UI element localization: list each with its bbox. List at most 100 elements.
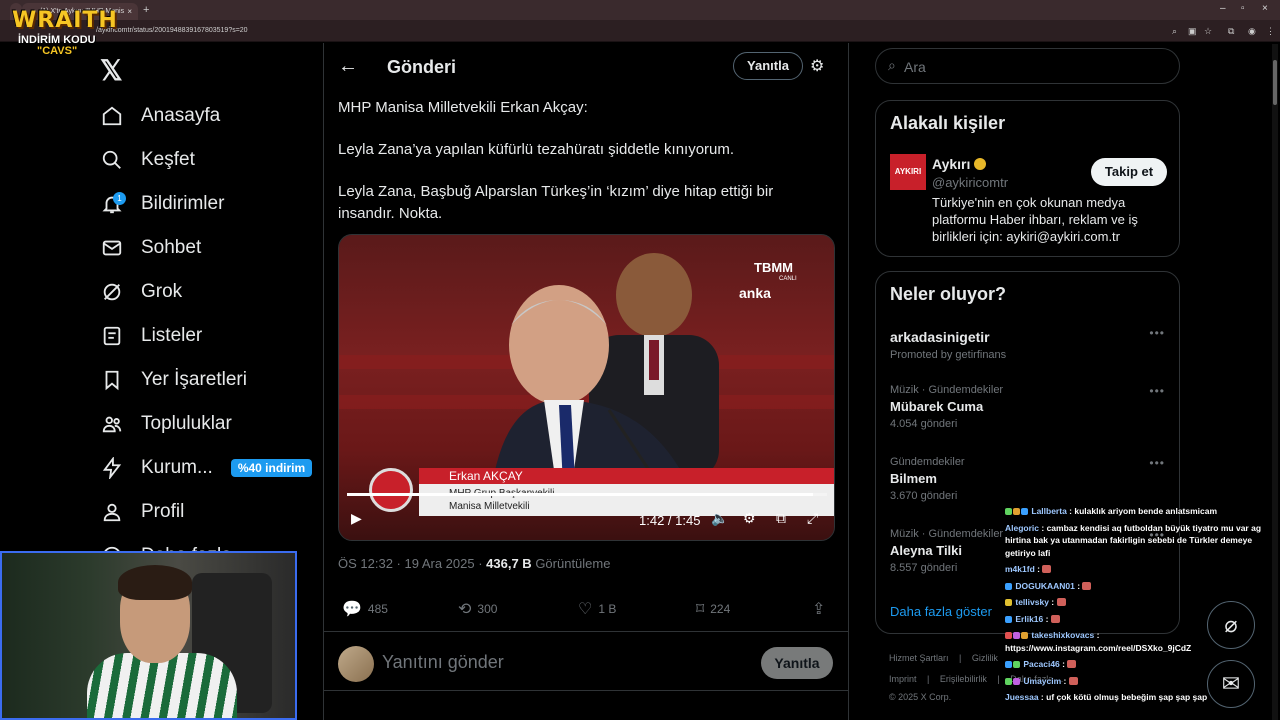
video-player[interactable]: TBMM CANLI anka Erkan AKÇAY MHP Grup Baş…: [338, 234, 835, 541]
nav-lists[interactable]: Listeler: [100, 321, 202, 351]
avatar[interactable]: AYKIRI: [890, 154, 926, 190]
bookmark-star-icon[interactable]: ☆: [1204, 26, 1212, 37]
url-field[interactable]: /aykiricomtr/status/2001948839167803519?…: [96, 27, 248, 34]
share-action[interactable]: ⇪: [812, 599, 831, 619]
share-icon: ⇪: [812, 601, 826, 618]
more-options-icon[interactable]: •••: [1149, 384, 1165, 398]
menu-icon[interactable]: ⋮: [1266, 26, 1275, 37]
promo-badge: %40 indirim: [230, 459, 313, 477]
page-scrollbar[interactable]: [1272, 44, 1278, 720]
trend-name: arkadasinigetir: [890, 329, 990, 345]
nav-notifications[interactable]: 1 Bildirimler: [100, 189, 224, 219]
grok-fab-button[interactable]: ⌀: [1207, 601, 1255, 649]
show-more-link[interactable]: Daha fazla göster: [890, 604, 992, 619]
notification-badge: 1: [113, 192, 126, 205]
follow-button[interactable]: Takip et: [1091, 158, 1167, 186]
messages-fab-button[interactable]: ✉: [1207, 660, 1255, 708]
more-options-icon[interactable]: •••: [1149, 456, 1165, 470]
webcam-overlay: [0, 551, 297, 720]
home-icon: [100, 104, 124, 128]
volume-icon[interactable]: 🔈: [711, 510, 728, 527]
nav-bookmarks[interactable]: Yer İşaretleri: [100, 365, 247, 395]
nav-explore[interactable]: Keşfet: [100, 145, 195, 175]
bookmark-action[interactable]: ⌑ 224: [696, 599, 730, 619]
repost-action[interactable]: ⟲ 300: [458, 599, 497, 619]
search-input[interactable]: ⌕ Ara: [875, 48, 1180, 84]
list-icon: [100, 324, 124, 348]
nav-label: Yer İşaretleri: [141, 369, 247, 390]
close-window-button[interactable]: ×: [1262, 3, 1268, 14]
grok-icon: [100, 280, 124, 304]
nav-profile[interactable]: Profil: [100, 497, 184, 527]
trend-item[interactable]: Müzik · Gündemdekiler Mübarek Cuma 4.054…: [890, 384, 1165, 430]
screen-icon[interactable]: ▣: [1188, 26, 1197, 37]
play-icon[interactable]: ▶: [351, 510, 362, 527]
related-name[interactable]: Aykırı: [932, 156, 987, 172]
nav-label: Keşfet: [141, 149, 195, 170]
footer-accessibility-link[interactable]: Erişilebilirlik: [940, 674, 987, 684]
nav-label: Profil: [141, 501, 185, 522]
post-column: ← Gönderi Yanıtla ⚙ MHP Manisa Milletvek…: [323, 43, 849, 720]
x-logo-icon[interactable]: 𝕏: [100, 54, 123, 87]
chat-badges-icon: [1005, 629, 1029, 642]
repost-count: 300: [477, 602, 498, 616]
back-arrow-icon[interactable]: ←: [338, 55, 358, 78]
nav-communities[interactable]: Topluluklar: [100, 409, 232, 439]
more-options-icon[interactable]: •••: [1149, 326, 1165, 340]
extensions-icon[interactable]: ⧉: [1228, 26, 1234, 37]
post-views-count: 436,7 B: [486, 556, 532, 571]
bookmark-count: 224: [710, 602, 731, 616]
people-icon: [100, 412, 124, 436]
minimize-button[interactable]: –: [1220, 3, 1226, 14]
footer-terms-link[interactable]: Hizmet Şartları: [889, 653, 949, 663]
tab-close-icon[interactable]: ×: [127, 7, 132, 16]
trend-item[interactable]: Gündemdekiler Bilmem 3.670 gönderi •••: [890, 456, 1165, 502]
nav-messages[interactable]: Sohbet: [100, 233, 201, 263]
fullscreen-icon[interactable]: ⤢: [807, 510, 818, 527]
video-progress-bar[interactable]: [347, 493, 827, 496]
lightning-icon: [100, 456, 124, 480]
tweet-line-3: Leyla Zana, Başbuğ Alparslan Türkeş’in ‘…: [338, 183, 774, 222]
trend-promoted: Promoted by getirfinans: [890, 349, 1007, 361]
bell-icon: 1: [100, 192, 126, 216]
verified-badge-icon: [974, 158, 987, 170]
post-header: ← Gönderi Yanıtla ⚙: [324, 43, 848, 89]
nav-business[interactable]: Kurum... %40 indirim: [100, 453, 313, 483]
envelope-icon: ✉: [1221, 671, 1241, 696]
chat-user: Lallberta: [1031, 506, 1067, 516]
nav-home[interactable]: Anasayfa: [100, 101, 220, 131]
reply-count: 485: [367, 602, 388, 616]
chat-badges-icon: [1005, 613, 1013, 626]
trend-item[interactable]: arkadasinigetir Promoted by getirfinans …: [890, 326, 1165, 361]
related-handle[interactable]: @aykiricomtr: [932, 175, 1008, 190]
chat-emote-icon: [1042, 565, 1052, 573]
settings-gear-icon[interactable]: ⚙: [743, 510, 756, 527]
footer-privacy-link[interactable]: Gizlilik: [972, 653, 998, 663]
nav-grok[interactable]: Grok: [100, 277, 182, 307]
chat-emote-icon: [1082, 581, 1092, 590]
sliders-icon[interactable]: ⚙: [810, 56, 824, 76]
new-tab-button[interactable]: +: [143, 4, 149, 16]
related-bio: Türkiye'nin en çok okunan medya platform…: [932, 195, 1138, 244]
chat-emote-icon: [1056, 598, 1066, 606]
reply-input[interactable]: Yanıtını gönder: [382, 652, 504, 673]
trend-category: Gündemdekiler: [890, 456, 965, 468]
reply-pill-button[interactable]: Yanıtla: [733, 52, 803, 80]
footer-imprint-link[interactable]: Imprint: [889, 674, 917, 684]
zoom-icon[interactable]: ⌕: [1172, 26, 1177, 37]
chat-emote-icon: [1067, 660, 1077, 668]
post-timestamp[interactable]: ÖS 12:32 · 19 Ara 2025 ·: [338, 556, 486, 571]
agency-logo: anka: [739, 285, 771, 301]
profile-icon[interactable]: ◉: [1248, 26, 1256, 37]
like-action[interactable]: ♡ 1 B: [578, 599, 616, 619]
chat-badges-icon: [1005, 675, 1021, 688]
chat-user: Erlik16: [1015, 613, 1044, 624]
chat-user: DOGUKAAN01: [1015, 580, 1075, 591]
maximize-button[interactable]: ▫: [1241, 3, 1245, 14]
picture-in-picture-icon[interactable]: ⧉: [776, 510, 786, 527]
reply-button[interactable]: Yanıtla: [761, 647, 833, 679]
reply-action[interactable]: 💬 485: [342, 599, 388, 619]
chat-text[interactable]: https://www.instagram.com/reel/DSXko_9jC…: [1005, 643, 1191, 653]
scrollbar-thumb[interactable]: [1273, 60, 1277, 105]
channel-live-label: CANLI: [779, 276, 797, 282]
